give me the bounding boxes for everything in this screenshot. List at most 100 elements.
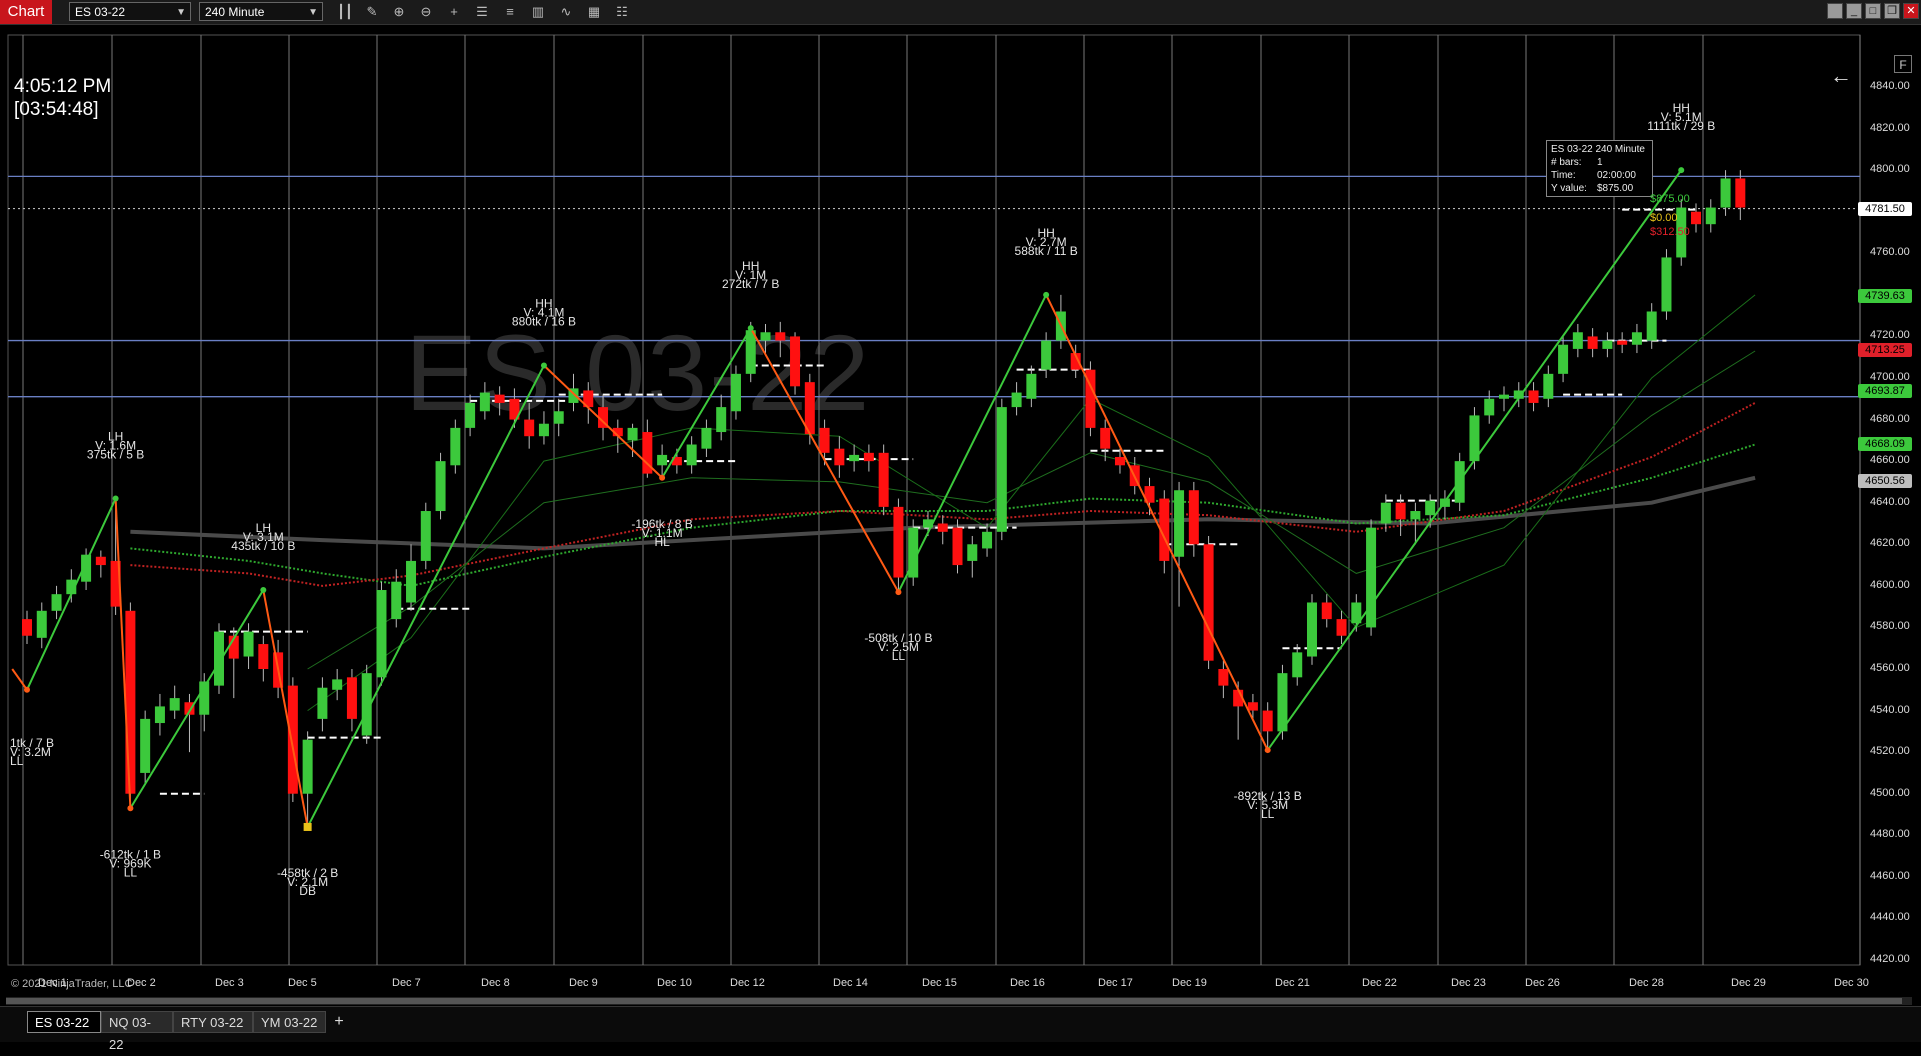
candle-body xyxy=(834,448,845,466)
price-tick-label: 4760.00 xyxy=(1870,246,1910,259)
candle-body xyxy=(1528,390,1539,403)
zigzag-segment xyxy=(129,589,265,809)
swing-label: -458tk / 2 B V: 2.1M DB xyxy=(277,866,338,898)
candle-body xyxy=(967,544,978,561)
candle-body xyxy=(760,332,771,341)
minimize-window-icon[interactable]: _ xyxy=(1846,3,1862,19)
swing-point xyxy=(1264,747,1271,754)
close-window-icon[interactable]: ✕ xyxy=(1903,3,1919,19)
candle-body xyxy=(745,330,756,374)
price-tick-label: 4680.00 xyxy=(1870,412,1910,425)
swing-label: -508tk / 10 B V: 2.5M LL xyxy=(864,631,932,663)
tooltip-row: Time: 02:00:00 xyxy=(1551,170,1636,181)
swing-point xyxy=(747,325,754,332)
swing-point xyxy=(112,495,119,502)
candle-body xyxy=(538,423,549,437)
chart-menu-button[interactable]: Chart xyxy=(0,0,52,24)
tile-window-icon[interactable] xyxy=(1827,3,1843,19)
strategies-icon[interactable]: ∿ xyxy=(557,3,575,21)
price-tick-label: 4420.00 xyxy=(1870,953,1910,965)
tab-rty[interactable]: RTY 03-22 xyxy=(173,1011,253,1033)
trade-label: $312.50 xyxy=(1650,226,1690,238)
swing-label: HH V: 2.7M 588tk / 11 B xyxy=(1015,226,1078,258)
candle-body xyxy=(1572,332,1583,349)
zoom-out-icon[interactable]: ⊖ xyxy=(417,3,435,21)
zigzag-segment xyxy=(26,498,117,691)
candle-body xyxy=(1691,211,1702,225)
chart-panel[interactable]: ES 03-22 LH V: 1.6M 375tk / 5 B -612tk / 1 … xyxy=(0,25,1921,1000)
price-tick-label: 4720.00 xyxy=(1870,329,1910,342)
candle-body xyxy=(878,452,889,507)
double-bottom-marker xyxy=(303,822,312,831)
instrument-selector[interactable]: ES 03-22 ▼ xyxy=(69,2,191,21)
tab-ym[interactable]: YM 03-22 xyxy=(253,1011,326,1033)
f-button[interactable]: F xyxy=(1894,55,1912,73)
interval-selector[interactable]: 240 Minute ▼ xyxy=(199,2,323,21)
scrollbar-thumb[interactable] xyxy=(6,998,1902,1004)
maximize-window-icon[interactable]: □ xyxy=(1865,3,1881,19)
price-tick-label: 4700.00 xyxy=(1870,371,1910,383)
candle-body xyxy=(996,407,1007,532)
tooltip-row: # bars: 1 xyxy=(1551,157,1603,168)
price-tick-label: 4520.00 xyxy=(1870,745,1910,758)
drawing-tool-icon[interactable]: ✎ xyxy=(363,3,381,21)
candle-body xyxy=(494,394,505,403)
date-tick-label: Dec 8 xyxy=(481,977,510,989)
date-tick-label: Dec 28 xyxy=(1629,977,1664,989)
date-tick-label: Dec 22 xyxy=(1362,977,1397,989)
list-icon[interactable]: ☷ xyxy=(613,3,631,21)
candle-body xyxy=(790,336,801,387)
arrow-left-icon[interactable]: ← xyxy=(1830,63,1852,89)
crosshair-icon[interactable]: + xyxy=(445,3,463,21)
tab-nq[interactable]: NQ 03-22 xyxy=(101,1011,173,1052)
bar-type-icon[interactable]: ┃┃ xyxy=(336,3,354,21)
candle-body xyxy=(346,677,357,719)
candle-body xyxy=(406,560,417,603)
candle-body xyxy=(1321,602,1332,620)
tooltip-row: Y value: $875.00 xyxy=(1551,183,1634,194)
moving-average-fast xyxy=(307,294,1756,712)
zigzag-segment xyxy=(11,668,28,691)
candle-body xyxy=(22,619,32,636)
interval-value: 240 Minute xyxy=(205,5,265,19)
date-tick-label: Dec 16 xyxy=(1010,977,1045,989)
candle-body xyxy=(730,373,741,412)
candle-body xyxy=(36,610,47,638)
properties-icon[interactable]: ☰ xyxy=(473,3,491,21)
candle-body xyxy=(1631,332,1642,345)
candle-body xyxy=(1587,336,1598,349)
candle-body xyxy=(1188,490,1199,545)
zoom-in-icon[interactable]: ⊕ xyxy=(390,3,408,21)
candle-body xyxy=(627,427,638,441)
templates-icon[interactable]: ≡ xyxy=(501,3,519,21)
candle-body xyxy=(1041,340,1052,370)
candle-body xyxy=(1720,178,1731,208)
candle-body xyxy=(1262,710,1273,732)
trade-label: $875.00 xyxy=(1650,193,1690,205)
date-tick-label: Dec 1 xyxy=(38,977,67,989)
candle-body xyxy=(1410,511,1421,520)
candle-body xyxy=(982,531,993,549)
candle-body xyxy=(243,631,254,657)
tab-es[interactable]: ES 03-22 xyxy=(27,1011,101,1033)
swing-label: HH V: 4.1M 880tk / 16 B xyxy=(512,297,576,329)
data-box-icon[interactable]: ▦ xyxy=(585,3,603,21)
add-tab-button[interactable]: + xyxy=(326,1011,352,1033)
date-tick-label: Dec 9 xyxy=(569,977,598,989)
trade-label: $0.00 xyxy=(1650,212,1678,224)
date-tick-label: Dec 21 xyxy=(1275,977,1310,989)
indicators-icon[interactable]: ▥ xyxy=(529,3,547,21)
candle-body xyxy=(391,581,402,620)
restore-window-icon[interactable]: ❐ xyxy=(1884,3,1900,19)
horizontal-scrollbar[interactable] xyxy=(6,997,1912,1005)
date-tick-label: Dec 30 xyxy=(1834,977,1869,989)
candle-body xyxy=(1203,544,1214,661)
bar-timer: 4:05:12 PM [03:54:48] xyxy=(14,75,111,121)
candle-body xyxy=(1277,673,1288,732)
candle-body xyxy=(657,454,668,466)
date-tick-label: Dec 19 xyxy=(1172,977,1207,989)
candle-body xyxy=(450,427,461,466)
candle-body xyxy=(553,411,564,424)
candle-body xyxy=(819,427,830,453)
chevron-down-icon: ▼ xyxy=(308,7,318,18)
